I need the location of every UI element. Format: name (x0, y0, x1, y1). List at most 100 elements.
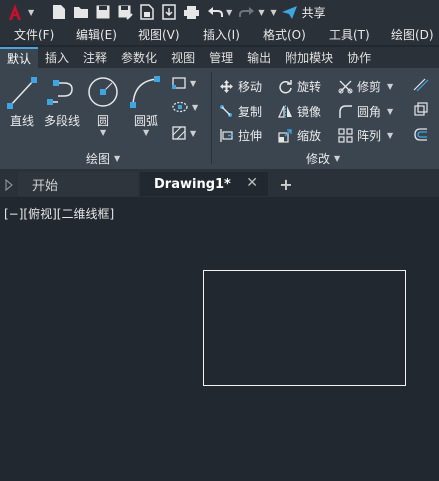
rectangle-tool-button[interactable]: ▼ (172, 77, 196, 89)
doc-tabs-menu-icon[interactable] (4, 177, 16, 192)
array-chevron-down-icon[interactable]: ▼ (387, 131, 393, 140)
move-icon (220, 80, 233, 93)
draw-panel-chevron-down-icon: ▼ (114, 154, 121, 163)
save-as-icon[interactable] (116, 3, 134, 21)
stretch-label: 拉伸 (238, 129, 263, 143)
ellipse-tool-button[interactable]: ▼ (172, 101, 198, 113)
app-logo-icon[interactable] (4, 1, 26, 23)
circle-icon (88, 77, 118, 107)
app-menu-chevron-down-icon[interactable]: ▼ (28, 8, 34, 17)
trim-chevron-down-icon[interactable]: ▼ (387, 82, 393, 91)
new-tab-plus-icon: + (279, 174, 293, 194)
rectangle-chevron-down-icon[interactable]: ▼ (190, 79, 196, 88)
drawn-rectangle[interactable] (203, 270, 406, 386)
undo-icon[interactable] (206, 3, 224, 21)
menu-format[interactable]: 格式(O) (263, 26, 306, 43)
move-label: 移动 (238, 80, 263, 94)
trim-label: 修剪 (357, 80, 382, 94)
hatch-chevron-down-icon[interactable]: ▼ (190, 129, 196, 138)
explode-button[interactable] (413, 102, 433, 117)
viewport-controls-label[interactable]: [−][俯视][二维线框] (4, 205, 114, 222)
line-tool-button[interactable]: 直线 (6, 74, 40, 130)
copy-icon (220, 105, 232, 117)
tab-home[interactable]: 默认 (0, 47, 39, 68)
tab-start-label: 开始 (32, 178, 59, 194)
close-tab-icon[interactable]: ✕ (246, 175, 258, 191)
tab-drawing1[interactable]: Drawing1* ✕ (140, 172, 268, 196)
scale-button[interactable]: 缩放 (278, 127, 321, 144)
modify-panel-label: 修改 (306, 152, 331, 166)
customize-toolbar-chevron-icon[interactable]: ▼ (270, 8, 276, 17)
panel-divider (211, 72, 212, 164)
menu-edit[interactable]: 编辑(E) (76, 26, 117, 43)
tab-collaborate[interactable]: 协作 (340, 47, 378, 68)
tab-view[interactable]: 视图 (164, 47, 202, 68)
circle-tool-button[interactable]: 圆 ▼ (86, 74, 120, 137)
fillet-icon (339, 105, 352, 118)
modify-panel-title[interactable]: 修改 ▼ (306, 150, 340, 167)
open-from-web-icon[interactable] (138, 3, 156, 21)
ribbon-tab-bar: 默认 插入 注释 参数化 视图 管理 输出 附加模块 协作 (0, 47, 439, 68)
hatch-tool-button[interactable]: ▼ (172, 126, 196, 140)
menu-view[interactable]: 视图(V) (138, 26, 180, 43)
undo-chevron-down-icon[interactable]: ▼ (226, 8, 232, 17)
trim-button[interactable]: 修剪 ▼ (338, 78, 393, 95)
tab-start[interactable]: 开始 (18, 172, 138, 196)
array-button[interactable]: 阵列 ▼ (338, 127, 393, 144)
draw-panel-title[interactable]: 绘图 ▼ (86, 150, 120, 167)
tab-output[interactable]: 输出 (240, 47, 278, 68)
mirror-button[interactable]: 镜像 (278, 103, 321, 120)
polyline-icon (47, 80, 73, 105)
arc-tool-button[interactable]: 圆弧 ▼ (128, 74, 162, 137)
tab-annotate[interactable]: 注释 (76, 47, 114, 68)
redo-chevron-down-icon[interactable]: ▼ (258, 8, 264, 17)
tab-parametric[interactable]: 参数化 (114, 47, 164, 68)
fillet-label: 圆角 (357, 105, 382, 119)
scale-label: 缩放 (297, 129, 322, 143)
rectangle-icon (172, 77, 186, 89)
menu-draw[interactable]: 绘图(D) (391, 26, 434, 43)
ellipse-chevron-down-icon[interactable]: ▼ (192, 103, 198, 112)
hatch-icon (172, 126, 186, 140)
fillet-chevron-down-icon[interactable]: ▼ (387, 107, 393, 116)
stretch-button[interactable]: 拉伸 (219, 127, 262, 144)
line-type-button[interactable] (413, 77, 433, 92)
arc-chevron-down-icon[interactable]: ▼ (143, 128, 149, 137)
open-folder-icon[interactable] (72, 3, 90, 21)
menu-insert[interactable]: 插入(I) (203, 26, 240, 43)
rotate-button[interactable]: 旋转 (278, 78, 321, 95)
circle-chevron-down-icon[interactable]: ▼ (100, 128, 106, 137)
tab-addins[interactable]: 附加模块 (278, 47, 340, 68)
share-button[interactable]: 共享 (281, 4, 326, 21)
redo-icon[interactable] (238, 3, 256, 21)
offset-button[interactable] (413, 127, 433, 142)
plot-printer-icon[interactable] (182, 3, 200, 21)
share-icon (281, 5, 297, 19)
move-button[interactable]: 移动 (219, 78, 262, 95)
trim-icon (338, 80, 353, 94)
scale-icon (278, 129, 292, 143)
polyline-tool-button[interactable]: 多段线 (44, 74, 84, 130)
save-icon[interactable] (94, 3, 112, 21)
new-file-icon[interactable] (50, 3, 68, 21)
line-label: 直线 (10, 114, 35, 128)
array-icon (338, 128, 353, 143)
copy-label: 复制 (238, 105, 263, 119)
menu-file[interactable]: 文件(F) (14, 26, 54, 43)
quick-access-toolbar: ▼ ▼ ▼ ▼ 共享 (0, 0, 439, 24)
mirror-icon (278, 105, 292, 118)
line-type-icon (413, 78, 429, 92)
modify-panel-chevron-down-icon: ▼ (334, 154, 341, 163)
copy-button[interactable]: 复制 (219, 103, 262, 120)
menu-tools[interactable]: 工具(T) (329, 26, 370, 43)
menu-bar: 文件(F) 编辑(E) 视图(V) 插入(I) 格式(O) 工具(T) 绘图(D… (0, 24, 439, 45)
arc-icon (130, 76, 160, 108)
fillet-button[interactable]: 圆角 ▼ (338, 103, 393, 120)
tab-insert[interactable]: 插入 (38, 47, 76, 68)
tab-manage[interactable]: 管理 (202, 47, 240, 68)
offset-icon (414, 128, 427, 141)
save-to-web-icon[interactable] (160, 3, 178, 21)
ellipse-icon (172, 101, 188, 113)
circle-label: 圆 (97, 114, 110, 128)
new-tab-button[interactable]: + (276, 172, 296, 196)
